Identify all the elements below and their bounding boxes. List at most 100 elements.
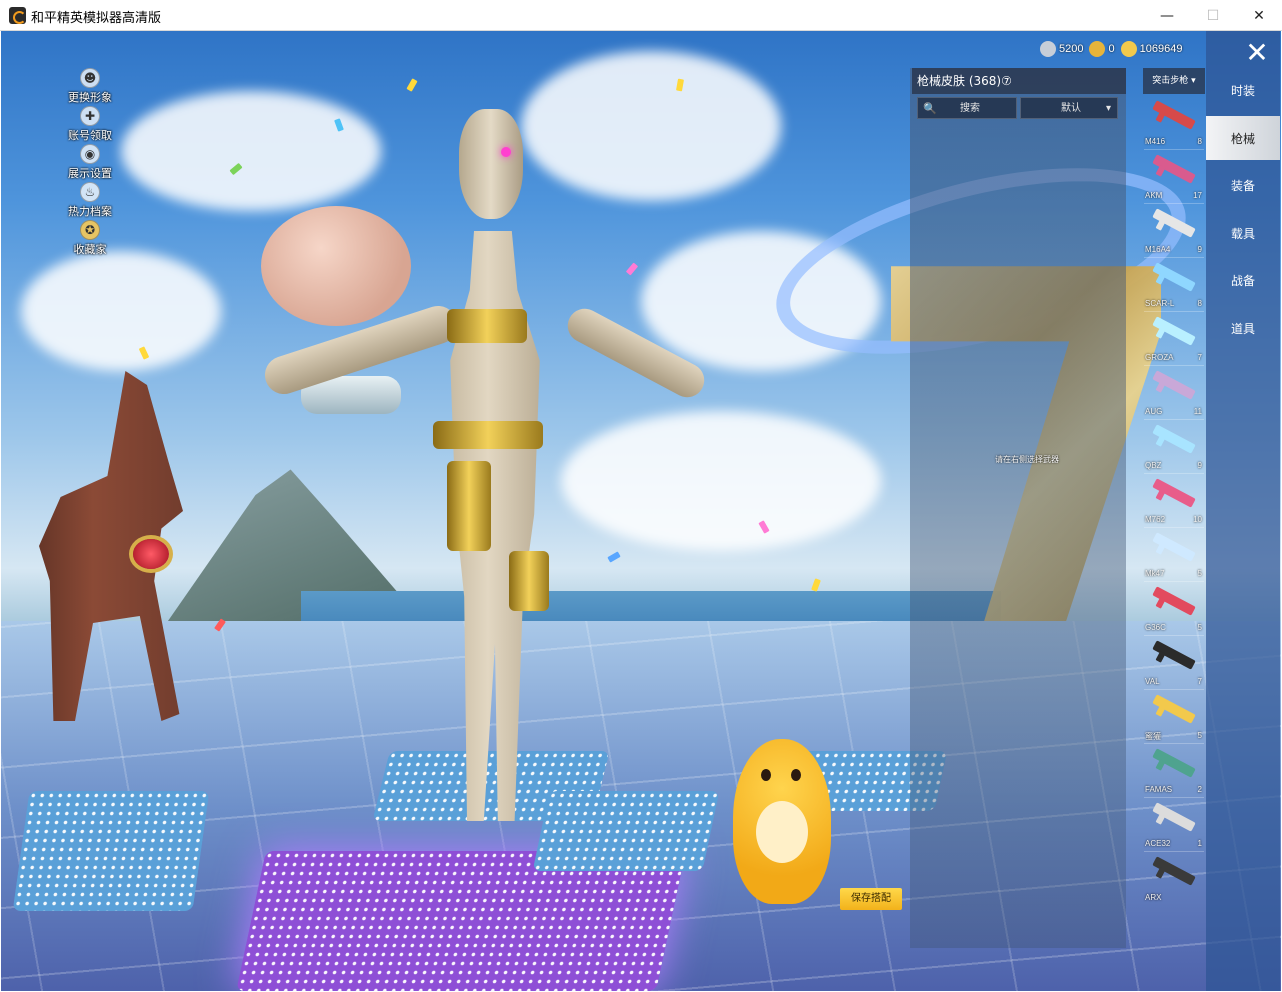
weapon-type-dropdown[interactable]: 突击步枪 ▾ xyxy=(1143,68,1205,94)
search-icon: 🔍 xyxy=(923,102,937,115)
gold-wrap xyxy=(433,421,543,449)
currency-silver[interactable]: 5200 xyxy=(1040,41,1083,57)
currency-gold[interactable]: 1069649 xyxy=(1120,41,1182,57)
tab-vehicles[interactable]: 载具 xyxy=(1206,211,1280,255)
weapon-skin-count: 7 xyxy=(1197,677,1202,686)
coin-silver-icon xyxy=(1040,41,1056,57)
window-titlebar: 和平精英模拟器高清版 — ☐ ✕ xyxy=(0,0,1282,31)
weapon-skin-count: 8 xyxy=(1197,299,1202,308)
weapon-name: FAMAS xyxy=(1145,785,1173,794)
weapon-skin-count: 2 xyxy=(1197,785,1202,794)
eye-icon: ◉ xyxy=(80,144,100,164)
change-appearance-button[interactable]: ☻ 更换形象 xyxy=(58,68,122,105)
rifle-icon xyxy=(1152,640,1196,670)
skin-panel-title: 枪械皮肤 (368)⑦ xyxy=(912,68,1126,94)
weapon-skin-count: 9 xyxy=(1197,245,1202,254)
weapon-item-m762[interactable]: M762 10 xyxy=(1142,476,1206,528)
weapon-item-m16a4[interactable]: M16A4 9 xyxy=(1142,206,1206,258)
weapon-item-ace32[interactable]: ACE32 1 xyxy=(1142,800,1206,852)
skin-search-input[interactable]: 🔍 搜索 xyxy=(917,97,1017,119)
weapon-item-qbz[interactable]: QBZ 9 xyxy=(1142,422,1206,474)
weapon-name: M16A4 xyxy=(1145,245,1171,254)
rifle-icon xyxy=(1152,856,1196,886)
tab-items[interactable]: 道具 xyxy=(1206,306,1280,350)
weapon-name: 蜜獾 xyxy=(1145,732,1161,741)
rifle-icon xyxy=(1152,100,1196,130)
sort-value: 默认 xyxy=(1061,103,1081,114)
rifle-icon xyxy=(1152,208,1196,238)
floor-tile-glow xyxy=(236,851,686,991)
medal-icon: ✪ xyxy=(80,220,100,240)
divider xyxy=(1144,419,1204,420)
weapon-skin-panel xyxy=(910,68,1126,948)
sort-dropdown[interactable]: 默认 ▾ xyxy=(1020,97,1118,119)
weapon-name: M416 xyxy=(1145,137,1166,146)
search-placeholder: 搜索 xyxy=(960,103,980,114)
heat-archive-button[interactable]: ♨ 热力档案 xyxy=(58,182,122,219)
weapon-name: ARX xyxy=(1145,893,1162,902)
horse-red-gem xyxy=(133,539,169,569)
confetti xyxy=(406,78,418,92)
gold-wrap xyxy=(447,461,491,551)
weapon-item-arx[interactable]: ARX xyxy=(1142,854,1206,906)
pet-eye xyxy=(791,769,801,781)
weapon-name: VAL xyxy=(1145,677,1160,686)
save-outfit-button[interactable]: 保存搭配 xyxy=(840,888,902,910)
divider xyxy=(1144,743,1204,744)
confetti xyxy=(625,262,639,276)
rifle-icon xyxy=(1152,694,1196,724)
tab-weapons[interactable]: 枪械 xyxy=(1206,116,1280,160)
weapon-item-val[interactable]: VAL 7 xyxy=(1142,638,1206,690)
tab-battle-gear[interactable]: 战备 xyxy=(1206,258,1280,302)
menu-label: 热力档案 xyxy=(68,205,112,218)
weapon-item-g36c[interactable]: G36C 5 xyxy=(1142,584,1206,636)
close-icon[interactable]: ✕ xyxy=(1242,38,1272,68)
divider xyxy=(1144,149,1204,150)
collector-button[interactable]: ✪ 收藏家 xyxy=(58,220,122,257)
rifle-icon xyxy=(1152,748,1196,778)
rifle-icon xyxy=(1152,532,1196,562)
currency-token[interactable]: 0 xyxy=(1089,41,1115,57)
weapon-name: ACE32 xyxy=(1145,839,1171,848)
maximize-button[interactable]: ☐ xyxy=(1190,0,1236,31)
minimize-button[interactable]: — xyxy=(1144,0,1190,31)
weapon-item-groza[interactable]: GROZA 7 xyxy=(1142,314,1206,366)
tab-equipment[interactable]: 装备 xyxy=(1206,163,1280,207)
cloud xyxy=(121,91,381,211)
window-close-button[interactable]: ✕ xyxy=(1236,0,1282,31)
rifle-icon xyxy=(1152,370,1196,400)
rifle-icon xyxy=(1152,316,1196,346)
display-settings-button[interactable]: ◉ 展示设置 xyxy=(58,144,122,181)
divider xyxy=(1144,257,1204,258)
menu-label: 更换形象 xyxy=(68,91,112,104)
weapon-item-aug[interactable]: AUG 11 xyxy=(1142,368,1206,420)
gold-wrap xyxy=(447,309,527,343)
weapon-name: SCAR-L xyxy=(1145,299,1175,308)
weapon-item-mk47[interactable]: Mk47 5 xyxy=(1142,530,1206,582)
mummy-glowing-eye xyxy=(501,147,511,157)
weapon-item-famas[interactable]: FAMAS 2 xyxy=(1142,746,1206,798)
weapon-item-scar-l[interactable]: SCAR-L 8 xyxy=(1142,260,1206,312)
menu-label: 账号领取 xyxy=(68,129,112,142)
weapon-item-akm[interactable]: AKM 17 xyxy=(1142,152,1206,204)
confetti xyxy=(811,578,821,592)
weapon-item-m416[interactable]: M416 8 xyxy=(1142,98,1206,150)
tab-fashion[interactable]: 时装 xyxy=(1206,68,1280,112)
floor-tile xyxy=(12,791,210,911)
weapon-skin-count: 17 xyxy=(1193,191,1202,200)
rifle-icon xyxy=(1152,478,1196,508)
weapon-name: QBZ xyxy=(1145,461,1162,470)
rifle-icon xyxy=(1152,262,1196,292)
account-claim-button[interactable]: ✚ 账号领取 xyxy=(58,106,122,143)
menu-label: 收藏家 xyxy=(73,243,107,256)
weapon-item-honey-badger[interactable]: 蜜獾 5 xyxy=(1142,692,1206,744)
gold-wrap xyxy=(509,551,549,611)
cloud xyxy=(561,411,881,551)
pet-belly xyxy=(756,801,808,863)
rifle-icon xyxy=(1152,424,1196,454)
divider xyxy=(1144,527,1204,528)
weapon-name: G36C xyxy=(1145,623,1166,632)
divider xyxy=(1144,473,1204,474)
chevron-down-icon: ▾ xyxy=(1105,103,1111,114)
rifle-icon xyxy=(1152,586,1196,616)
